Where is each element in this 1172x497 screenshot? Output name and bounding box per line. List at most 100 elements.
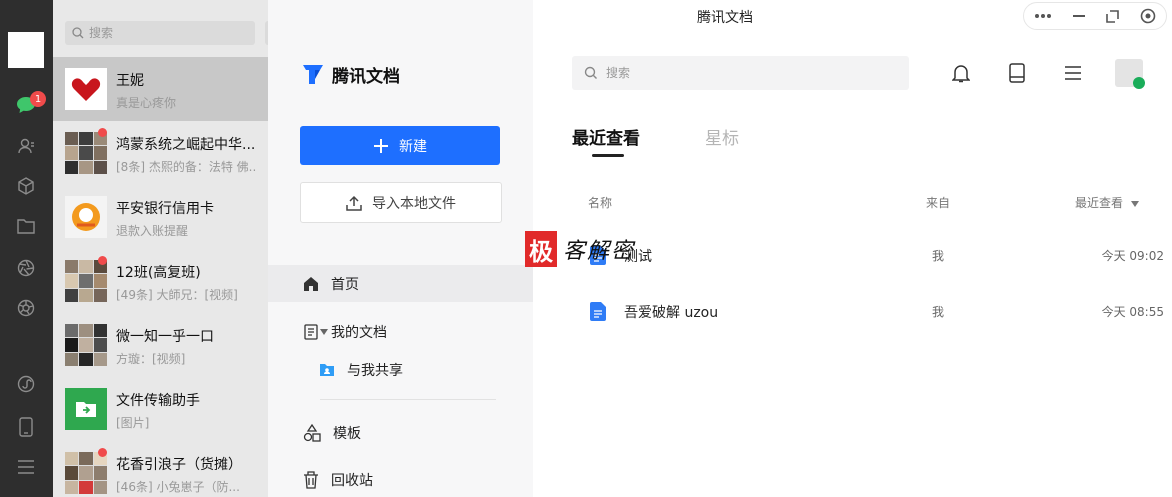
unread-badge: 1 (30, 91, 46, 107)
restore-icon[interactable] (1106, 9, 1120, 23)
chat-preview: [图片] (116, 416, 150, 430)
minimize-icon[interactable] (1072, 9, 1086, 23)
nav-templates[interactable]: 模板 (268, 414, 533, 451)
new-button[interactable]: 新建 (300, 126, 500, 165)
box-icon[interactable] (15, 175, 37, 197)
brand-name: 腾讯文档 (332, 66, 400, 87)
file-source: 我 (932, 249, 945, 263)
watermark-mark: 极 (525, 231, 557, 267)
window-controls (1023, 2, 1167, 30)
tab-starred[interactable]: 星标 (705, 124, 739, 149)
chat-avatar (65, 68, 107, 110)
nav-home-label: 首页 (331, 276, 359, 293)
chat-search-placeholder: 搜索 (89, 26, 114, 40)
chat-search-input[interactable]: 搜索 (65, 21, 255, 45)
chat-name: 微一知一乎一口 (116, 329, 214, 345)
chat-name: 鸿蒙系统之崛起中华... (116, 137, 256, 153)
more-icon[interactable] (1034, 13, 1052, 19)
nav-trash[interactable]: 回收站 (268, 461, 533, 497)
file-source: 我 (932, 305, 945, 319)
close-icon[interactable] (1140, 8, 1156, 24)
hamburger-menu-icon[interactable] (1062, 62, 1084, 84)
heart-icon (65, 68, 107, 110)
watermark-text: 客解密 (563, 239, 636, 264)
doc-file-icon (590, 302, 606, 321)
chat-name: 12班(高复班) (116, 265, 201, 281)
docs-search-placeholder: 搜索 (606, 66, 631, 80)
unread-dot (98, 448, 107, 457)
wechat-rail: 1 (0, 0, 53, 497)
menu-icon[interactable] (15, 456, 37, 478)
search-icon (584, 66, 597, 79)
group-avatar (65, 324, 107, 366)
chat-list-panel: 搜索 王妮 真是心疼你 鸿蒙系统之崛起中华... [8条] 杰熙的备：法特 佛.… (53, 0, 275, 497)
unread-dot (98, 256, 107, 265)
chat-item[interactable]: 平安银行信用卡 退款入账提醒 (53, 185, 268, 249)
chat-item[interactable]: 鸿蒙系统之崛起中华... [8条] 杰熙的备：法特 佛... (53, 121, 268, 185)
group-avatar (65, 132, 107, 174)
chat-item[interactable]: 花香引浪子（货摊） [46条] 小兔崽子（防... (53, 441, 268, 497)
docs-main: 腾讯文档 搜索 最近查看 星标 名称 来自 最近查看 测试 我 今天 09:02 (525, 0, 1172, 497)
tab-recent[interactable]: 最近查看 (572, 124, 640, 149)
home-icon (304, 276, 318, 291)
nav-templates-label: 模板 (333, 425, 361, 442)
chat-avatar (65, 196, 107, 238)
chat-item[interactable]: 文件传输助手 [图片] (53, 377, 268, 441)
chat-item[interactable]: 12班(高复班) [49条] 大師兄：[视频] (53, 249, 268, 313)
plus-icon (374, 138, 388, 153)
shared-folder-icon (320, 363, 334, 376)
bell-icon[interactable] (950, 62, 972, 84)
wechat-status-icon (1133, 77, 1145, 89)
file-transfer-avatar (65, 388, 107, 430)
nav-my-docs[interactable]: 我的文档 (268, 313, 533, 350)
file-name: 吾爱破解 uzou (624, 305, 719, 321)
new-button-label: 新建 (399, 138, 427, 155)
chat-preview: [8条] 杰熙的备：法特 佛... (116, 160, 256, 174)
chat-item[interactable]: 微一知一乎一口 方璇：[视频] (53, 313, 268, 377)
sort-down-icon (1130, 201, 1139, 207)
templates-icon (303, 423, 321, 442)
file-transfer-icon (65, 388, 107, 430)
chat-name: 王妮 (116, 73, 144, 89)
docs-brand: 腾讯文档 (300, 61, 400, 87)
column-recent-label: 最近查看 (1075, 196, 1124, 210)
column-source: 来自 (926, 196, 951, 210)
active-tab-indicator (592, 154, 624, 157)
caret-down-icon[interactable] (319, 327, 329, 337)
tencent-docs-logo-icon (303, 65, 323, 84)
import-local-file-button[interactable]: 导入本地文件 (300, 182, 502, 223)
tablet-icon[interactable] (1006, 62, 1028, 84)
nav-divider (320, 399, 496, 400)
nav-my-docs-label: 我的文档 (331, 324, 387, 341)
search-icon (72, 27, 84, 39)
column-name: 名称 (588, 196, 613, 210)
upload-icon (346, 195, 362, 211)
chat-item[interactable]: 王妮 真是心疼你 (53, 57, 268, 121)
group-avatar (65, 452, 107, 494)
chat-preview: 真是心疼你 (116, 96, 177, 110)
chat-preview: [46条] 小兔崽子（防... (116, 480, 240, 494)
nav-shared-with-me[interactable]: 与我共享 (268, 351, 533, 388)
moments-icon[interactable] (15, 257, 37, 279)
folder-icon[interactable] (15, 215, 37, 237)
mini-program-icon[interactable] (15, 373, 37, 395)
nav-home[interactable]: 首页 (268, 265, 533, 302)
document-icon (304, 323, 318, 340)
column-recent-sort[interactable]: 最近查看 (1075, 194, 1139, 211)
channels-icon[interactable] (15, 297, 37, 319)
chat-name: 平安银行信用卡 (116, 201, 214, 217)
file-time: 今天 09:02 (1101, 249, 1164, 263)
unread-dot (98, 128, 107, 137)
nav-trash-label: 回收站 (331, 472, 373, 489)
contacts-icon[interactable] (15, 135, 37, 157)
file-row[interactable]: 吾爱破解 uzou 我 今天 08:55 (533, 289, 1172, 333)
file-time: 今天 08:55 (1101, 305, 1164, 319)
docs-search-input[interactable]: 搜索 (572, 56, 909, 90)
phone-icon[interactable] (15, 416, 37, 438)
account-avatar[interactable] (1115, 59, 1145, 89)
chat-preview: 方璇：[视频] (116, 352, 186, 366)
chat-preview: [49条] 大師兄：[视频] (116, 288, 238, 302)
chat-name: 文件传输助手 (116, 393, 200, 409)
chat-name: 花香引浪子（货摊） (116, 457, 242, 473)
user-avatar[interactable] (8, 32, 44, 68)
